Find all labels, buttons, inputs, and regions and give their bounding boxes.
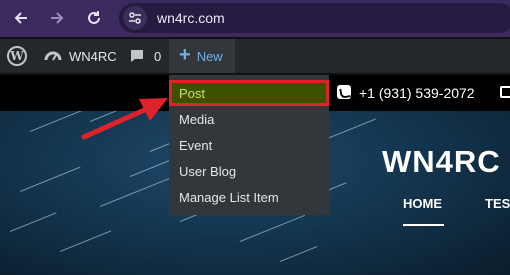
nav-item-home[interactable]: HOME	[403, 196, 442, 211]
hero-streak	[279, 246, 318, 262]
nav-item-tes[interactable]: TES	[485, 196, 510, 211]
address-bar[interactable]: wn4rc.com	[119, 3, 510, 33]
reload-button[interactable]	[82, 6, 106, 30]
site-info-button[interactable]	[123, 6, 147, 30]
url-text: wn4rc.com	[157, 10, 225, 26]
new-label: New	[196, 48, 223, 64]
dashboard-icon	[44, 51, 62, 61]
site-title[interactable]: WN4RC	[382, 144, 501, 180]
wp-logo-menu[interactable]: W	[7, 39, 27, 73]
phone-icon	[337, 85, 351, 99]
new-content-menu[interactable]: + New	[169, 39, 235, 73]
hero-streak	[89, 111, 146, 122]
mail-icon[interactable]	[500, 86, 510, 98]
comment-bubble-icon	[131, 50, 143, 62]
site-name-menu[interactable]: WN4RC	[44, 39, 117, 73]
hero-streak	[129, 159, 172, 177]
arrow-left-icon	[14, 12, 27, 24]
reload-icon	[88, 11, 100, 24]
menu-item-event[interactable]: Event	[169, 132, 329, 158]
menu-item-user-blog[interactable]: User Blog	[169, 158, 329, 184]
wordpress-logo-icon: W	[7, 46, 27, 66]
back-button[interactable]	[9, 6, 33, 30]
menu-item-post[interactable]: Post	[169, 80, 329, 106]
new-content-dropdown: Post Media Event User Blog Manage List I…	[169, 75, 329, 215]
site-name-label: WN4RC	[69, 48, 117, 64]
menu-item-media[interactable]: Media	[169, 106, 329, 132]
forward-button[interactable]	[45, 6, 69, 30]
tune-icon	[129, 12, 141, 24]
hero-streak	[99, 177, 170, 207]
hero-streak	[59, 230, 112, 252]
arrow-right-icon	[51, 12, 64, 24]
hero-streak	[19, 166, 81, 192]
hero-streak	[29, 111, 96, 132]
wp-admin-bar: W WN4RC 0 + New	[0, 37, 510, 75]
browser-toolbar: wn4rc.com	[0, 0, 510, 37]
comments-menu[interactable]: 0	[129, 39, 161, 73]
plus-icon: +	[179, 43, 191, 66]
hero-streak	[239, 214, 306, 242]
site-phone[interactable]: +1 (931) 539-2072	[359, 85, 475, 101]
menu-item-manage-list-item[interactable]: Manage List Item	[169, 184, 329, 210]
hero-streak	[9, 212, 57, 232]
nav-active-underline	[403, 224, 444, 226]
comments-count: 0	[154, 48, 162, 64]
